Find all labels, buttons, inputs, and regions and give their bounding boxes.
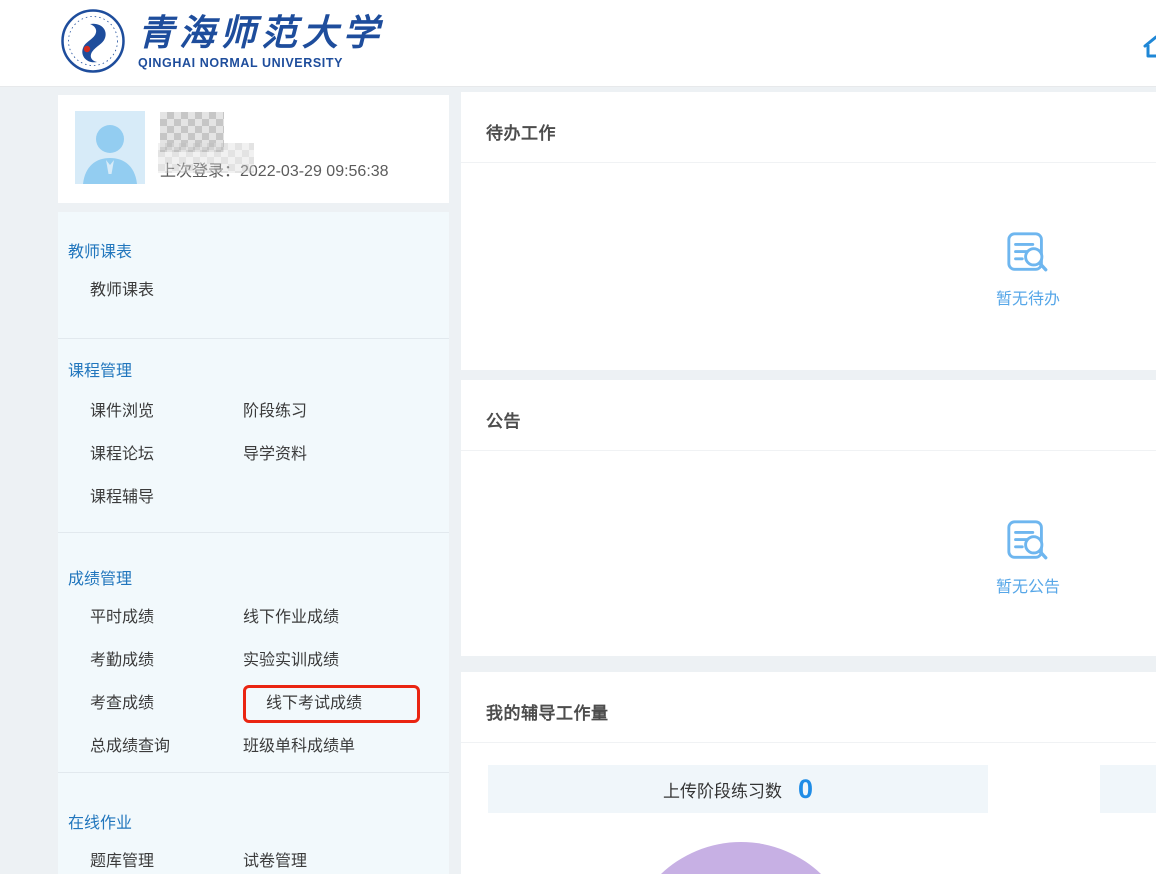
section-title-online-homework: 在线作业 <box>68 813 449 835</box>
workload-panel-title: 我的辅导工作量 <box>461 672 1156 743</box>
sidebar-item-assessment-grades[interactable]: 考查成绩 <box>90 693 243 715</box>
university-name-en: QINGHAI NORMAL UNIVERSITY <box>138 56 384 70</box>
announcement-empty-state: 暂无公告 <box>978 518 1078 597</box>
todo-empty-text: 暂无待办 <box>978 285 1078 309</box>
sidebar-item-total-grade-query[interactable]: 总成绩查询 <box>90 736 243 758</box>
user-avatar <box>75 111 145 184</box>
announcement-panel-title: 公告 <box>461 380 1156 451</box>
sidebar-item-offline-exam-grades-highlighted[interactable]: 线下考试成绩 <box>243 685 420 723</box>
sidebar-menu: 教师课表 教师课表 课程管理 课件浏览 阶段练习 课程论坛 导学资料 课程辅导 … <box>58 212 449 874</box>
profile-card: 上次登录：2022-03-29 09:56:38 <box>58 95 449 203</box>
redacted-blur <box>158 143 254 173</box>
university-seal-icon <box>60 8 126 74</box>
sidebar-item-teacher-schedule[interactable]: 教师课表 <box>90 280 243 302</box>
sidebar-item-test-paper-management[interactable]: 试卷管理 <box>243 851 449 873</box>
sidebar-item-stage-practice[interactable]: 阶段练习 <box>243 401 449 423</box>
sidebar-item-course-forum[interactable]: 课程论坛 <box>90 444 243 466</box>
sidebar-item-courseware-browse[interactable]: 课件浏览 <box>90 401 243 423</box>
sidebar-item-experiment-training-grades[interactable]: 实验实训成绩 <box>243 650 449 672</box>
section-title-course-management: 课程管理 <box>68 361 449 383</box>
sidebar-section-online-homework: 在线作业 题库管理 试卷管理 <box>58 772 449 874</box>
university-logo: 青海师范大学 QINGHAI NORMAL UNIVERSITY <box>60 8 384 74</box>
todo-panel-title: 待办工作 <box>461 92 1156 163</box>
sidebar-section-course-management: 课程管理 课件浏览 阶段练习 课程论坛 导学资料 课程辅导 <box>58 338 449 532</box>
university-name-zh: 青海师范大学 <box>138 13 384 53</box>
stat-uploaded-stage-exercises: 上传阶段练习数 0 <box>488 765 988 813</box>
stat-value: 0 <box>798 776 813 803</box>
sidebar-section-teacher-schedule: 教师课表 教师课表 <box>58 212 449 338</box>
home-icon[interactable] <box>1142 33 1156 61</box>
sidebar-section-grade-management: 成绩管理 平时成绩 线下作业成绩 考勤成绩 实验实训成绩 考查成绩 线下考试成绩… <box>58 532 449 772</box>
list-search-icon <box>1005 230 1051 276</box>
sidebar-item-question-bank-management[interactable]: 题库管理 <box>90 851 243 873</box>
todo-empty-state: 暂无待办 <box>978 230 1078 309</box>
section-title-teacher-schedule: 教师课表 <box>68 242 449 264</box>
workload-panel: 我的辅导工作量 上传阶段练习数 0 <box>461 672 1156 874</box>
stat-label: 上传阶段练习数 <box>663 777 782 802</box>
announcement-empty-text: 暂无公告 <box>978 573 1078 597</box>
sidebar-item-regular-grades[interactable]: 平时成绩 <box>90 607 243 629</box>
sidebar-item-offline-homework-grades[interactable]: 线下作业成绩 <box>243 607 449 629</box>
section-title-grade-management: 成绩管理 <box>68 569 449 591</box>
sidebar-item-attendance-grades[interactable]: 考勤成绩 <box>90 650 243 672</box>
sidebar-item-guidance-materials[interactable]: 导学资料 <box>243 444 449 466</box>
sidebar-item-course-tutoring[interactable]: 课程辅导 <box>90 487 243 509</box>
sidebar-item-class-single-subject-transcript[interactable]: 班级单科成绩单 <box>243 736 449 758</box>
top-header: 青海师范大学 QINGHAI NORMAL UNIVERSITY <box>0 0 1156 87</box>
university-name: 青海师范大学 QINGHAI NORMAL UNIVERSITY <box>138 13 384 70</box>
list-search-icon <box>1005 518 1051 564</box>
workload-pie-chart <box>625 842 857 874</box>
announcement-panel: 公告 暂无公告 <box>461 380 1156 656</box>
page: 青海师范大学 QINGHAI NORMAL UNIVERSITY 上次登录：20… <box>0 0 1156 874</box>
todo-panel: 待办工作 暂无待办 <box>461 92 1156 370</box>
stat-box-cutoff <box>1100 765 1156 813</box>
